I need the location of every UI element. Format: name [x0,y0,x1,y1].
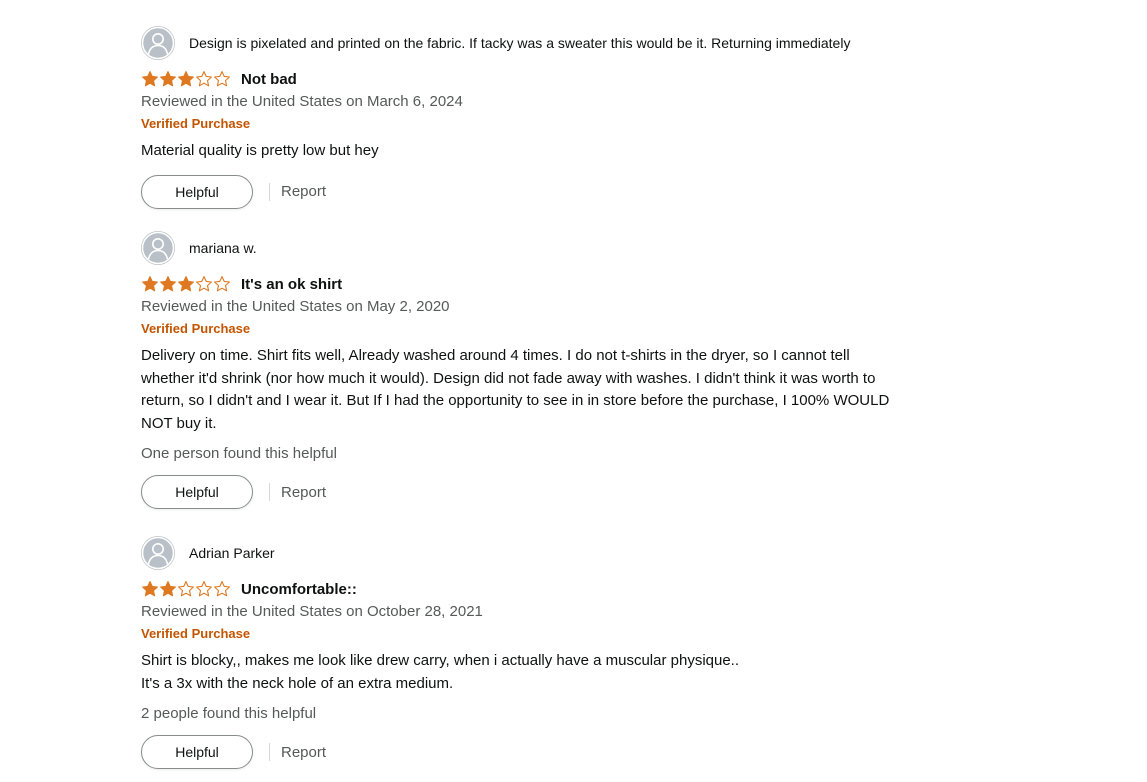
helpful-button[interactable]: Helpful [141,735,253,769]
star-filled-icon [160,581,176,597]
reviewer-profile[interactable]: Adrian Parker [141,536,921,570]
star-empty-icon [196,581,212,597]
star-rating[interactable] [141,275,231,293]
star-empty-icon [196,276,212,292]
review-card: Design is pixelated and printed on the f… [141,26,921,209]
star-empty-icon [214,276,230,292]
review-text: It's a 3x with the neck hole of an extra… [141,674,454,692]
star-rating[interactable] [141,580,231,598]
star-filled-icon [178,71,194,87]
helpful-button[interactable]: Helpful [141,174,253,209]
review-card: mariana w. It's an ok shirt Reviewed in … [141,231,921,509]
divider [269,743,270,761]
review-actions: Helpful Report [141,735,921,769]
reviewer-name[interactable]: Adrian Parker [189,545,275,561]
verified-purchase-badge: Verified Purchase [141,116,251,131]
star-filled-icon [142,276,158,292]
star-empty-icon [214,581,230,597]
review-body: Delivery on time. Shirt fits well, Alrea… [141,345,906,435]
review-body: Shirt is blocky,, makes me look like dre… [141,650,921,695]
reviewer-profile[interactable]: mariana w. [141,231,921,265]
review-text: Delivery on time. Shirt fits well, Alrea… [141,347,890,432]
review-actions: Helpful Report [141,475,921,509]
star-filled-icon [142,71,158,87]
star-filled-icon [142,581,158,597]
review-date: Reviewed in the United States on March 6… [141,93,463,110]
review-text: Material quality is pretty low but hey [141,142,379,159]
star-filled-icon [178,276,194,292]
review-title[interactable]: It's an ok shirt [241,276,342,293]
default-profile-icon [141,231,175,265]
review-date: Reviewed in the United States on May 2, … [141,298,450,315]
review-body: Material quality is pretty low but hey [141,140,921,163]
report-link[interactable]: Report [281,484,326,501]
divider [269,483,270,501]
review-date: Reviewed in the United States on October… [141,603,483,620]
review-card: Adrian Parker Uncomfortable:: Reviewed i… [141,536,921,769]
star-rating[interactable] [141,70,231,88]
report-link[interactable]: Report [281,183,326,200]
verified-purchase-badge: Verified Purchase [141,321,251,336]
helpful-count: One person found this helpful [141,445,337,462]
star-empty-icon [196,71,212,87]
default-profile-icon [141,26,175,60]
review-title[interactable]: Not bad [241,71,297,88]
reviewer-profile[interactable]: Design is pixelated and printed on the f… [141,26,921,60]
helpful-count: 2 people found this helpful [141,705,317,722]
reviewer-name[interactable]: mariana w. [189,240,257,256]
verified-purchase-badge: Verified Purchase [141,626,251,641]
star-empty-icon [214,71,230,87]
default-profile-icon [141,536,175,570]
helpful-button[interactable]: Helpful [141,475,253,509]
review-text: Shirt is blocky,, makes me look like dre… [141,652,740,669]
divider [269,182,270,201]
star-filled-icon [160,71,176,87]
star-filled-icon [160,276,176,292]
star-empty-icon [178,581,194,597]
review-title[interactable]: Uncomfortable:: [241,581,357,598]
reviewer-name[interactable]: Design is pixelated and printed on the f… [189,35,850,51]
review-actions: Helpful Report [141,174,921,209]
report-link[interactable]: Report [281,744,326,761]
